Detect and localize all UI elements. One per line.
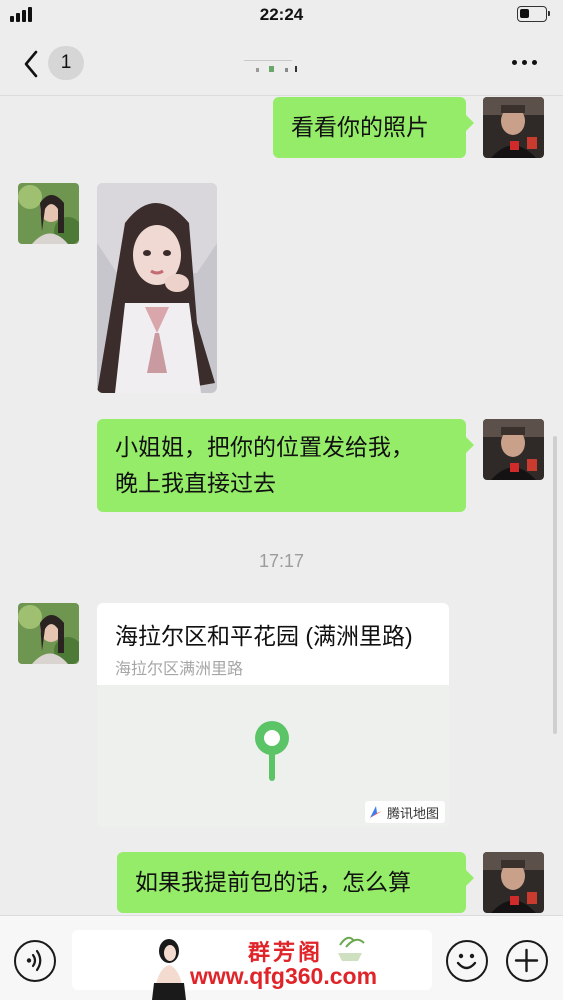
chat-header: 1: [0, 32, 563, 96]
message-text: 如果我提前包的话，怎么算: [135, 869, 411, 895]
back-chevron-icon[interactable]: [18, 46, 48, 82]
message-bubble-sent[interactable]: 小姐姐，把你的位置发给我， 晚上我直接过去: [97, 419, 474, 512]
map-pin-icon: [253, 719, 291, 788]
unread-count-badge[interactable]: 1: [48, 46, 84, 80]
my-avatar[interactable]: [483, 419, 544, 480]
watermark-tea-icon: [338, 936, 365, 961]
message-text: 看看你的照片: [291, 114, 429, 140]
map-provider-badge: 腾讯地图: [364, 801, 445, 823]
chat-title-obscured: [240, 58, 320, 78]
scrollbar[interactable]: [553, 436, 557, 734]
watermark-url: www.qfg360.com: [190, 963, 378, 989]
contact-avatar[interactable]: [18, 603, 79, 664]
watermark-banner: 群芳阁 www.qfg360.com: [72, 929, 432, 1000]
contact-avatar[interactable]: [18, 183, 79, 244]
location-title: 海拉尔区和平花园 (满洲里路): [115, 623, 413, 649]
message-text-line: 晚上我直接过去: [115, 470, 276, 496]
more-icon[interactable]: [512, 60, 537, 65]
watermark-figure-logo: [152, 939, 186, 1000]
emoji-icon[interactable]: [446, 940, 488, 982]
message-bubble-sent[interactable]: 如果我提前包的话，怎么算: [117, 852, 474, 913]
map-provider-label: 腾讯地图: [386, 805, 439, 821]
location-map[interactable]: 腾讯地图: [97, 685, 449, 827]
time-divider: 17:17: [258, 551, 305, 571]
message-list: 看看你的照片 小姐姐，把你的位置发给我， 晚上我直接过去 17:17 海拉尔区和…: [0, 97, 563, 915]
my-avatar[interactable]: [483, 97, 544, 158]
message-bubble-sent[interactable]: 看看你的照片: [273, 97, 474, 158]
location-card[interactable]: 海拉尔区和平花园 (满洲里路) 海拉尔区满洲里路 腾讯地图: [97, 603, 449, 827]
received-photo[interactable]: [97, 183, 217, 393]
battery-icon: [517, 6, 550, 22]
plus-icon[interactable]: [506, 940, 548, 982]
location-address: 海拉尔区满洲里路: [115, 661, 244, 678]
status-bar: 22:24: [0, 0, 563, 32]
map-provider-icon: [369, 806, 382, 818]
status-time: 22:24: [259, 5, 304, 24]
voice-icon[interactable]: [14, 940, 56, 982]
my-avatar[interactable]: [483, 852, 544, 913]
message-text-line: 小姐姐，把你的位置发给我，: [115, 434, 414, 460]
